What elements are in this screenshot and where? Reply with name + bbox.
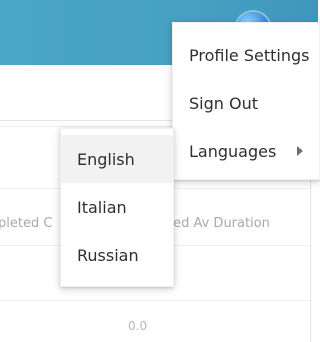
table-cell-value: 0.0: [128, 319, 148, 333]
language-option-russian[interactable]: Russian: [61, 231, 173, 279]
menu-item-languages[interactable]: Languages: [173, 127, 319, 175]
menu-item-label: Sign Out: [189, 93, 258, 113]
languages-submenu: English Italian Russian: [60, 128, 174, 287]
table-column-header: eted Av Duration: [160, 216, 270, 231]
language-option-english[interactable]: English: [61, 135, 173, 183]
menu-item-sign-out[interactable]: Sign Out: [173, 79, 319, 127]
menu-item-label: Languages: [189, 141, 277, 161]
menu-item-label: English: [77, 149, 135, 169]
table-column-header: pleted C: [0, 216, 53, 231]
menu-item-label: Italian: [77, 197, 127, 217]
chevron-right-icon: [297, 146, 303, 156]
menu-item-label: Profile Settings: [189, 45, 310, 65]
table-row-divider: [0, 300, 310, 301]
menu-item-label: Russian: [77, 245, 139, 265]
menu-item-profile-settings[interactable]: Profile Settings: [173, 31, 319, 79]
profile-menu: Profile Settings Sign Out Languages: [172, 22, 320, 180]
language-option-italian[interactable]: Italian: [61, 183, 173, 231]
